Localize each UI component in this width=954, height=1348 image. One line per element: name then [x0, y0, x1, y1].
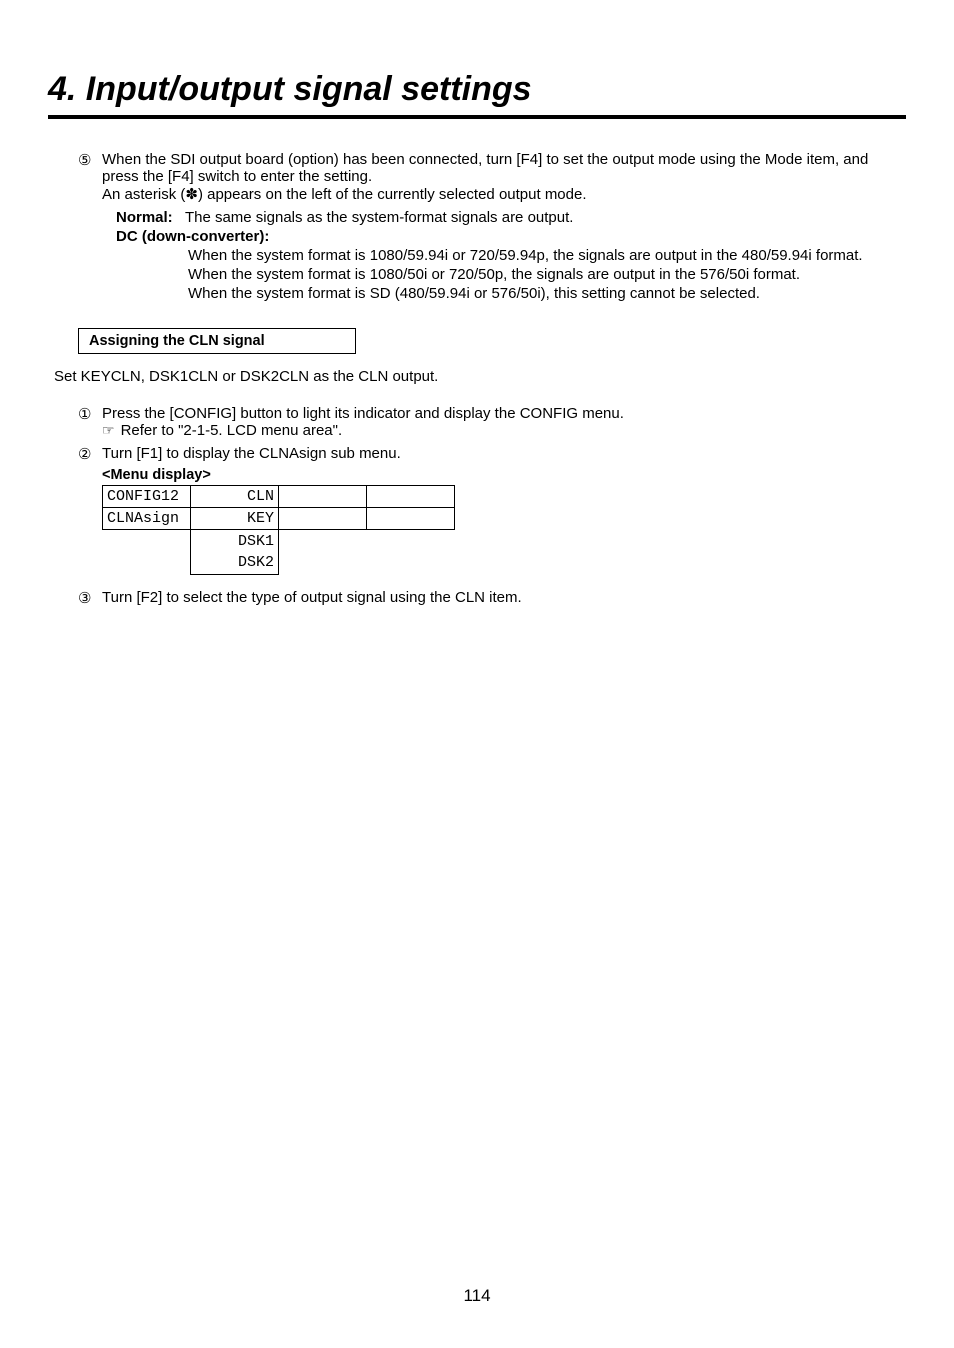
asterisk-suffix: ) appears on the left of the currently s… — [198, 186, 587, 203]
step-3-marker: ③ — [78, 589, 102, 607]
step-5-line1: When the SDI output board (option) has b… — [102, 151, 906, 185]
asterisk-prefix: An asterisk ( — [102, 186, 185, 203]
menu-r1c3 — [279, 486, 367, 508]
dc-line1: When the system format is 1080/59.94i or… — [188, 247, 906, 264]
step-5: ⑤ When the SDI output board (option) has… — [78, 151, 906, 203]
step-2: ② Turn [F1] to display the CLNAsign sub … — [78, 445, 906, 463]
menu-r2c4 — [367, 508, 455, 530]
step-3-text: Turn [F2] to select the type of output s… — [102, 589, 906, 606]
dc-line2: When the system format is 1080/50i or 72… — [188, 266, 906, 283]
cln-heading-box: Assigning the CLN signal — [78, 328, 356, 354]
table-row: DSK1 — [191, 530, 279, 552]
step-1: ① Press the [CONFIG] button to light its… — [78, 405, 906, 439]
menu-table: CONFIG12 CLN CLNAsign KEY — [102, 485, 455, 530]
menu-r2c1: CLNAsign — [103, 508, 191, 530]
pointer-icon: ☞ — [102, 422, 115, 439]
step-5-marker: ⑤ — [78, 151, 102, 203]
step-3: ③ Turn [F2] to select the type of output… — [78, 589, 906, 607]
menu-r1c2: CLN — [191, 486, 279, 508]
step-1-refer-text: Refer to "2-1-5. LCD menu area". — [121, 422, 343, 439]
table-row: DSK2 — [191, 552, 279, 574]
step-1-text: Press the [CONFIG] button to light its i… — [102, 405, 906, 422]
normal-text: The same signals as the system-format si… — [185, 209, 574, 226]
menu-sub-table: DSK1 DSK2 — [190, 530, 279, 575]
menu-r2c2: KEY — [191, 508, 279, 530]
menu-display-label: <Menu display> — [102, 467, 906, 483]
step-1-refer: ☞ Refer to "2-1-5. LCD menu area". — [102, 422, 906, 439]
step-5-line2: An asterisk (✽) appears on the left of t… — [102, 185, 906, 203]
dc-line3: When the system format is SD (480/59.94i… — [188, 285, 906, 302]
menu-r3: DSK1 — [191, 530, 279, 552]
table-row: CONFIG12 CLN — [103, 486, 455, 508]
normal-label: Normal: — [116, 209, 173, 226]
section-title: 4. Input/output signal settings — [48, 70, 906, 119]
menu-r1c4 — [367, 486, 455, 508]
step-2-marker: ② — [78, 445, 102, 463]
menu-r2c3 — [279, 508, 367, 530]
cln-intro: Set KEYCLN, DSK1CLN or DSK2CLN as the CL… — [54, 368, 906, 385]
step-2-text: Turn [F1] to display the CLNAsign sub me… — [102, 445, 906, 462]
menu-r4: DSK2 — [191, 552, 279, 574]
table-row: CLNAsign KEY — [103, 508, 455, 530]
dc-label: DC (down-converter): — [116, 228, 906, 245]
menu-r1c1: CONFIG12 — [103, 486, 191, 508]
normal-line: Normal: The same signals as the system-f… — [116, 209, 906, 226]
asterisk-symbol: ✽ — [185, 186, 198, 203]
step-1-marker: ① — [78, 405, 102, 439]
page-number: 114 — [0, 1286, 954, 1306]
